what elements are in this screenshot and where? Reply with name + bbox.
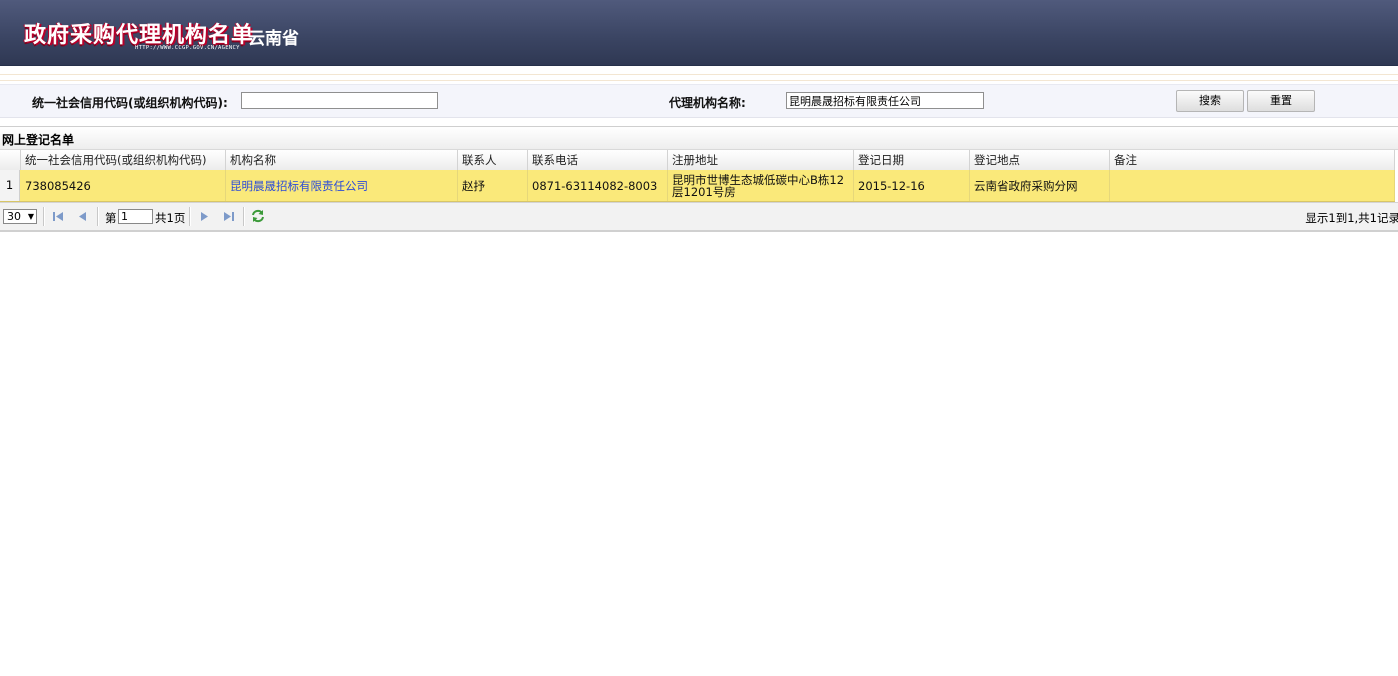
panel-header: 网上登记名单	[0, 126, 1398, 150]
cell-address: 昆明市世博生态城低碳中心B栋12层1201号房	[668, 170, 854, 201]
dropdown-arrow-icon: ▼	[27, 212, 34, 221]
agency-link[interactable]: 昆明晨晟招标有限责任公司	[230, 178, 368, 194]
search-form: 统一社会信用代码(或组织机构代码): 代理机构名称: 搜索 重置	[0, 84, 1398, 118]
grid-header: 统一社会信用代码(或组织机构代码) 机构名称 联系人 联系电话 注册地址 登记日…	[0, 150, 1395, 171]
cell-date: 2015-12-16	[854, 170, 970, 201]
code-input[interactable]	[241, 92, 438, 109]
last-page-icon[interactable]	[223, 210, 235, 223]
column-header-name[interactable]: 机构名称	[226, 150, 458, 170]
agency-name-input[interactable]	[786, 92, 984, 109]
page-number-input[interactable]: 1	[118, 209, 153, 224]
reset-button[interactable]: 重置	[1247, 90, 1315, 112]
next-page-icon[interactable]	[198, 210, 210, 223]
page-prefix: 第	[105, 211, 117, 225]
pagination-info: 显示1到1,共1记录	[1305, 211, 1398, 225]
row-number-header	[0, 150, 21, 170]
page-total: 共1页	[155, 211, 186, 225]
pagination-bar: 30 ▼ 第 1 共1页 显示1到1,共1记录	[0, 202, 1398, 232]
site-url: HTTP://WWW.CCGP.GOV.CN/AGENCY	[135, 45, 240, 51]
separator	[189, 207, 191, 226]
column-header-address[interactable]: 注册地址	[668, 150, 854, 170]
column-header-location[interactable]: 登记地点	[970, 150, 1110, 170]
page-size-value: 30	[7, 210, 21, 223]
cell-phone: 0871-63114082-8003	[528, 170, 668, 201]
column-header-contact[interactable]: 联系人	[458, 150, 528, 170]
first-page-icon[interactable]	[52, 210, 64, 223]
column-header-code[interactable]: 统一社会信用代码(或组织机构代码)	[21, 150, 226, 170]
cell-contact: 赵抒	[458, 170, 528, 201]
divider	[0, 66, 1398, 75]
separator	[97, 207, 99, 226]
divider	[0, 75, 1398, 81]
separator	[43, 207, 45, 226]
cell-location: 云南省政府采购分网	[970, 170, 1110, 201]
column-header-note[interactable]: 备注	[1110, 150, 1395, 170]
site-header: 政府采购代理机构名单 HTTP://WWW.CCGP.GOV.CN/AGENCY…	[0, 0, 1398, 66]
page-size-select[interactable]: 30 ▼	[3, 209, 37, 224]
row-number: 1	[0, 170, 20, 201]
name-label: 代理机构名称:	[669, 96, 746, 110]
panel-title: 网上登记名单	[2, 133, 75, 147]
refresh-icon[interactable]	[251, 209, 265, 223]
province-label: 云南省	[248, 29, 299, 49]
column-header-date[interactable]: 登记日期	[854, 150, 970, 170]
separator	[243, 207, 245, 226]
cell-note	[1110, 170, 1395, 201]
column-header-phone[interactable]: 联系电话	[528, 150, 668, 170]
cell-name: 昆明晨晟招标有限责任公司	[226, 170, 458, 201]
cell-code: 738085426	[21, 170, 226, 201]
previous-page-icon[interactable]	[77, 210, 89, 223]
table-row[interactable]: 1 738085426 昆明晨晟招标有限责任公司 赵抒 0871-6311408…	[0, 170, 1395, 202]
search-button[interactable]: 搜索	[1176, 90, 1244, 112]
code-label: 统一社会信用代码(或组织机构代码):	[32, 96, 228, 110]
